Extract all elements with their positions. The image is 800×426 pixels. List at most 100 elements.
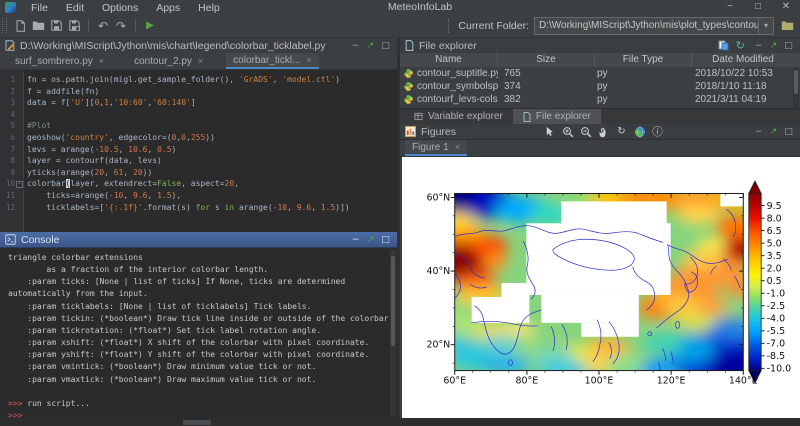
- code-line[interactable]: 5#Plot: [0, 120, 397, 132]
- tab-file-explorer[interactable]: File explorer: [513, 109, 601, 124]
- maximize-panel-icon[interactable]: □: [378, 41, 393, 51]
- current-folder-combobox[interactable]: D:\Working\MIScript\Jython\mis\plot_type…: [534, 17, 774, 35]
- console-output[interactable]: triangle colorbar extensions as a fracti…: [0, 248, 397, 418]
- fold-marker-icon[interactable]: −: [16, 181, 23, 188]
- close-icon[interactable]: ✕: [772, 0, 800, 14]
- editor-tab-contour-2-py[interactable]: contour_2.py×: [127, 53, 210, 69]
- zoom-in-button[interactable]: [561, 125, 575, 139]
- code-line[interactable]: 2f = addfile(fn): [0, 86, 397, 98]
- file-row[interactable]: contour_symbolspe...374py2018/1/10 11:18: [400, 80, 800, 93]
- menu-options[interactable]: Options: [93, 2, 147, 14]
- code-editor[interactable]: 1fn = os.path.join(migl.get_sample_folde…: [0, 70, 397, 232]
- editor-tab-surf-sombrero-py[interactable]: surf_sombrero.py×: [8, 53, 111, 69]
- minimize-panel-icon[interactable]: −: [348, 41, 363, 51]
- menu-edit[interactable]: Edit: [57, 2, 93, 14]
- detach-panel-icon[interactable]: ↗: [363, 235, 378, 245]
- code-line[interactable]: 11 ticks=arange(-10, 9.6, 1.5),: [0, 190, 397, 202]
- toolbar-drag-handle[interactable]: [448, 19, 452, 33]
- app-logo-icon: [5, 2, 16, 13]
- file-table-scrollbar[interactable]: [793, 68, 799, 108]
- code-line[interactable]: 7levs = arange(-10.5, 10.6, 0.5): [0, 144, 397, 156]
- full-extent-button[interactable]: [633, 125, 647, 139]
- rotate-button[interactable]: ↻: [615, 125, 629, 139]
- code-line[interactable]: 8layer = contourf(data, levs): [0, 155, 397, 167]
- detach-panel-icon[interactable]: ↗: [363, 41, 378, 51]
- import-files-button[interactable]: [718, 40, 729, 51]
- browse-folder-button[interactable]: [779, 18, 795, 34]
- save-button[interactable]: [48, 18, 64, 34]
- close-tab-icon[interactable]: ×: [455, 142, 460, 152]
- svg-text:-1.0: -1.0: [767, 288, 785, 299]
- figure-tab-figure-1[interactable]: Figure 1×: [405, 140, 467, 156]
- svg-text:8.0: 8.0: [767, 213, 782, 224]
- refresh-button[interactable]: ↻: [736, 39, 745, 52]
- zoom-out-button[interactable]: [579, 125, 593, 139]
- maximize-icon[interactable]: □: [744, 0, 772, 14]
- close-tab-icon[interactable]: ×: [99, 56, 104, 66]
- console-line: automatically from the input.: [8, 288, 397, 300]
- close-tab-icon[interactable]: ×: [306, 55, 311, 65]
- save-as-icon: [69, 20, 80, 31]
- menu-help[interactable]: Help: [189, 2, 229, 14]
- detach-panel-icon[interactable]: ↗: [766, 127, 781, 137]
- panel-controls: ↻ − ↗ □: [711, 39, 796, 52]
- code-text: ticks=arange(-10, 9.6, 1.5),: [27, 191, 181, 200]
- minimize-panel-icon[interactable]: −: [751, 127, 766, 137]
- minimize-icon[interactable]: −: [716, 0, 744, 14]
- maximize-panel-icon[interactable]: □: [378, 235, 393, 245]
- window-controls: − □ ✕: [716, 0, 800, 14]
- save-as-button[interactable]: [66, 18, 82, 34]
- menu-apps[interactable]: Apps: [147, 2, 189, 14]
- column-header-name[interactable]: Name: [400, 53, 498, 67]
- file-row[interactable]: contourf_levs-cols.py382py2021/3/11 04:1…: [400, 93, 800, 106]
- scrollbar-thumb[interactable]: [794, 70, 798, 94]
- window-title: MeteoInfoLab: [360, 1, 480, 13]
- pan-button[interactable]: [597, 125, 611, 139]
- console-line: :param vmaxtick: (*boolean*) Draw maximu…: [8, 374, 397, 386]
- file-explorer-header: File explorer ↻ − ↗ □: [400, 38, 800, 54]
- editor-tab-colorbar-tickl-[interactable]: colorbar_tickl...×: [226, 53, 319, 69]
- code-line[interactable]: 3data = f['U'][0,1,'10:60','60:140']: [0, 97, 397, 109]
- svg-text:3.5: 3.5: [767, 251, 782, 262]
- code-line[interactable]: 4: [0, 109, 397, 121]
- new-file-button[interactable]: [12, 18, 28, 34]
- column-header-size[interactable]: Size: [498, 53, 595, 67]
- console-scrollbar[interactable]: [390, 250, 396, 416]
- code-line[interactable]: 6 geoshow('country', edgecolor=(0,0,255)): [0, 132, 397, 144]
- undo-button[interactable]: ↶: [95, 18, 111, 34]
- file-table-column-headers: NameSizeFile TypeDate Modified: [400, 53, 800, 67]
- tab-variable-explorer[interactable]: Variable explorer: [404, 109, 513, 124]
- redo-button[interactable]: ↷: [113, 18, 129, 34]
- code-line[interactable]: 1fn = os.path.join(migl.get_sample_folde…: [0, 74, 397, 86]
- maximize-panel-icon[interactable]: □: [781, 127, 796, 137]
- close-tab-icon[interactable]: ×: [198, 56, 203, 66]
- maximize-panel-icon[interactable]: □: [781, 41, 796, 51]
- minimize-panel-icon[interactable]: −: [348, 235, 363, 245]
- open-file-button[interactable]: [30, 18, 46, 34]
- column-header-date-modified[interactable]: Date Modified: [692, 53, 794, 67]
- terminal-icon: [5, 234, 16, 245]
- scrollbar-thumb[interactable]: [183, 420, 211, 425]
- code-text: colorbar(layer, extendrect=False, aspect…: [27, 179, 239, 188]
- scrollbar-thumb[interactable]: [391, 256, 395, 346]
- detach-panel-icon[interactable]: ↗: [766, 41, 781, 51]
- select-pointer-button[interactable]: [543, 125, 557, 139]
- identify-button[interactable]: ⓘ: [651, 125, 665, 139]
- console-line: :param yshift: (*float*) Y shift of the …: [8, 349, 397, 361]
- console-prompt-line: >>>: [8, 410, 397, 418]
- line-number: 6: [0, 132, 15, 144]
- console-line: :param vmintick: (*boolean*) Draw minimu…: [8, 361, 397, 373]
- console-line: :param ticklabels: [None | list of tickl…: [8, 301, 397, 313]
- minimize-panel-icon[interactable]: −: [751, 41, 766, 51]
- code-line[interactable]: 12 ticklabels=['{:.1f}'.format(s) for s …: [0, 202, 397, 214]
- toolbar-drag-handle[interactable]: [2, 18, 7, 33]
- file-row[interactable]: contour_suptitle.py765py2018/10/22 10:53: [400, 67, 800, 80]
- code-line[interactable]: 10−colorbar(layer, extendrect=False, asp…: [0, 178, 397, 190]
- code-line[interactable]: 9yticks(arange(20, 61, 20)): [0, 167, 397, 179]
- chevron-down-icon[interactable]: ▾: [758, 18, 773, 34]
- menu-file[interactable]: File: [22, 2, 57, 14]
- figure-canvas[interactable]: 60°E80°E100°E120°E140°E60°N40°N20°N9.58.…: [402, 157, 800, 418]
- code-text: geoshow('country', edgecolor=(0,0,255)): [27, 133, 215, 142]
- run-script-button[interactable]: ▶: [142, 18, 158, 34]
- column-header-file-type[interactable]: File Type: [595, 53, 692, 67]
